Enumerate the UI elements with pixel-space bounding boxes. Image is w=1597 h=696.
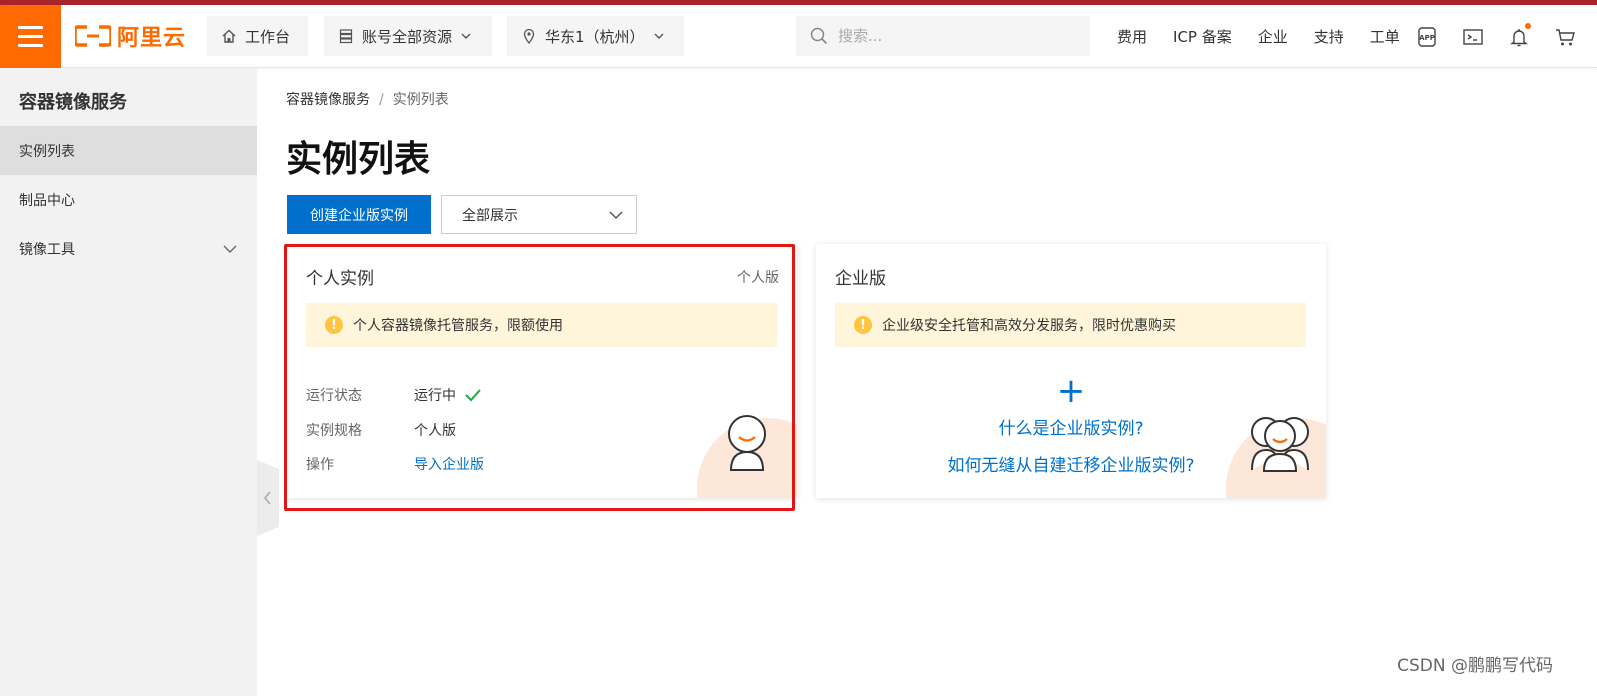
link-tickets[interactable]: 工单 (1370, 26, 1400, 47)
app-icon[interactable]: APP (1415, 25, 1439, 49)
warning-icon: ! (325, 316, 343, 334)
enterprise-instance-card[interactable]: 企业版 ! 企业级安全托管和高效分发服务，限时优惠购买 + 什么是企业版实例? … (816, 244, 1326, 498)
search-input[interactable] (838, 27, 1068, 45)
account-resources-label: 账号全部资源 (362, 27, 453, 46)
bell-icon[interactable] (1507, 22, 1531, 49)
server-stack-icon (339, 29, 353, 44)
sidebar-item-image-tools[interactable]: 镜像工具 (0, 224, 257, 273)
spec-label: 实例规格 (306, 423, 362, 439)
import-enterprise-link[interactable]: 导入企业版 (414, 454, 484, 474)
link-support[interactable]: 支持 (1314, 26, 1344, 47)
sidebar-title: 容器镜像服务 (19, 92, 127, 113)
card-alert: ! 个人容器镜像托管服务，限额使用 (306, 303, 777, 347)
card-alert: ! 企业级安全托管和高效分发服务，限时优惠购买 (835, 303, 1306, 347)
sidebar-item-artifact-center[interactable]: 制品中心 (0, 175, 257, 224)
brand-name: 阿里云 (117, 26, 187, 51)
filter-selected-value: 全部展示 (462, 207, 518, 224)
account-resources-dropdown[interactable]: 账号全部资源 (324, 16, 492, 56)
breadcrumb-root[interactable]: 容器镜像服务 (286, 92, 370, 108)
sidebar: 容器镜像服务 实例列表 制品中心 镜像工具 (0, 68, 257, 696)
breadcrumb-current: 实例列表 (392, 92, 449, 108)
status-label: 运行状态 (306, 388, 362, 404)
search-icon (810, 27, 828, 45)
breadcrumb: 容器镜像服务 / 实例列表 (286, 89, 449, 109)
instance-filter-select[interactable]: 全部展示 (441, 195, 637, 234)
link-icp[interactable]: ICP 备案 (1173, 26, 1232, 47)
link-billing[interactable]: 费用 (1117, 26, 1147, 47)
status-value: 运行中 (414, 388, 456, 404)
global-search[interactable] (796, 16, 1090, 56)
action-row: 操作 导入企业版 (306, 454, 484, 474)
card-edition-tag: 个人版 (737, 270, 779, 286)
page-title: 实例列表 (286, 139, 431, 180)
sidebar-item-label: 制品中心 (19, 192, 75, 209)
watermark: CSDN @鹏鹏写代码 (1397, 656, 1553, 676)
chevron-left-icon (263, 491, 271, 505)
check-icon (465, 389, 481, 402)
link-enterprise[interactable]: 企业 (1258, 26, 1288, 47)
card-title: 个人实例 (306, 269, 374, 289)
workbench-button[interactable]: 工作台 (207, 16, 308, 56)
card-title: 企业版 (835, 269, 886, 289)
single-user-icon (728, 415, 766, 471)
chevron-down-icon (609, 210, 623, 219)
aliyun-logo[interactable]: 阿里云 (75, 22, 187, 51)
sidebar-item-instance-list[interactable]: 实例列表 (0, 126, 257, 175)
region-dropdown[interactable]: 华东1（杭州） (507, 16, 684, 56)
sidebar-item-label: 实例列表 (19, 143, 75, 160)
card-alert-text: 个人容器镜像托管服务，限额使用 (353, 318, 563, 334)
top-navigation-bar: 阿里云 工作台 账号全部资源 华东1（杭州） 搜索... 费用 ICP 备案 企… (0, 5, 1597, 68)
hamburger-menu-button[interactable] (0, 5, 61, 68)
spec-row: 实例规格 个人版 (306, 420, 456, 440)
chevron-down-icon (223, 245, 237, 253)
sidebar-item-label: 镜像工具 (19, 241, 75, 258)
chevron-down-icon (654, 33, 664, 39)
top-links: 费用 ICP 备案 企业 支持 工单 (1117, 5, 1400, 68)
add-enterprise-plus-icon[interactable]: + (816, 374, 1326, 408)
region-label: 华东1（杭州） (545, 27, 645, 46)
notification-dot (1525, 22, 1531, 29)
top-icon-group: APP (1415, 5, 1577, 68)
spec-value: 个人版 (414, 423, 456, 439)
action-label: 操作 (306, 457, 334, 473)
warning-icon: ! (854, 316, 872, 334)
multi-user-icon (1251, 417, 1309, 472)
sidebar-collapse-handle[interactable] (257, 460, 279, 536)
status-row: 运行状态 运行中 (306, 385, 482, 405)
create-enterprise-instance-button[interactable]: 创建企业版实例 (287, 195, 431, 234)
card-alert-text: 企业级安全托管和高效分发服务，限时优惠购买 (882, 318, 1176, 334)
chevron-down-icon (461, 33, 471, 39)
breadcrumb-separator: / (379, 92, 384, 108)
personal-instance-card[interactable]: 个人实例 个人版 ! 个人容器镜像托管服务，限额使用 运行状态 运行中 实例规格… (287, 244, 797, 498)
location-pin-icon (523, 28, 535, 44)
svg-text:APP: APP (1419, 34, 1435, 42)
cart-icon[interactable] (1553, 25, 1577, 49)
workbench-label: 工作台 (245, 27, 291, 46)
home-icon (222, 29, 236, 43)
terminal-icon[interactable] (1461, 25, 1485, 49)
aliyun-logo-icon (75, 25, 111, 47)
